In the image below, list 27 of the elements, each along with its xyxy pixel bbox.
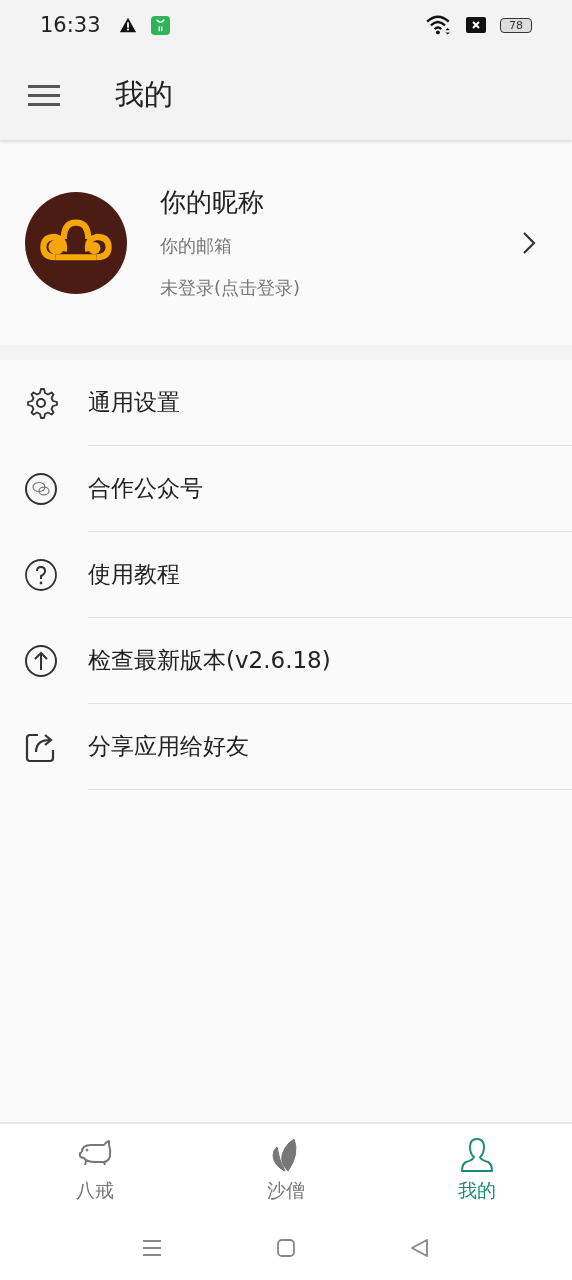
nav-tab[interactable]: 沙僧	[190, 1124, 382, 1216]
status-time: 16:33	[40, 13, 101, 37]
sim-x-icon	[466, 17, 486, 33]
profile-card[interactable]: 你的昵称 你的邮箱 未登录(点击登录)	[0, 140, 572, 345]
menu-item[interactable]: 合作公众号	[0, 446, 572, 532]
nav-tab[interactable]: 八戒	[0, 1124, 191, 1216]
app-icon	[150, 15, 170, 35]
menu-item[interactable]: 分享应用给好友	[0, 704, 572, 790]
arrow-up-circle-icon	[24, 644, 58, 678]
wifi-icon	[426, 14, 452, 36]
menu-item[interactable]: 使用教程	[0, 532, 572, 618]
chevron-right-icon	[522, 230, 536, 255]
page-title: 我的	[115, 76, 173, 113]
login-status: 未登录(点击登录)	[160, 276, 302, 300]
home-icon[interactable]	[274, 1236, 298, 1260]
nickname: 你的昵称	[160, 186, 265, 219]
chat-bubbles-icon	[24, 472, 58, 506]
help-icon	[24, 558, 58, 592]
email-text: 你的邮箱	[160, 234, 233, 258]
menu-item[interactable]: 通用设置	[0, 360, 572, 446]
settings-icon	[24, 386, 58, 420]
battery-icon: 78	[500, 17, 532, 33]
avatar-icon	[25, 191, 127, 294]
nav-tab[interactable]: 我的	[381, 1124, 572, 1216]
menu-icon[interactable]	[28, 83, 60, 107]
menu-item[interactable]: 检查最新版本(v2.6.18)	[0, 618, 572, 704]
warning-icon	[118, 16, 137, 34]
